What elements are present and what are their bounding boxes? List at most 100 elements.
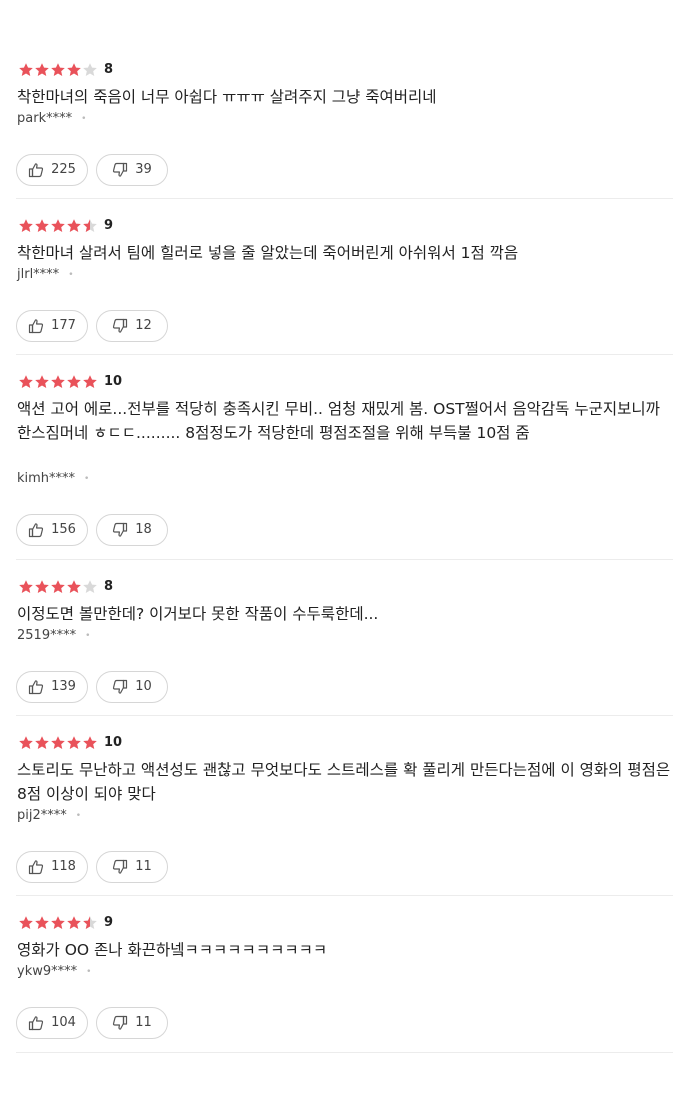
review-divider (16, 354, 673, 355)
star-rating (18, 915, 98, 931)
star-icon (35, 219, 49, 232)
like-count: 177 (51, 318, 76, 333)
dislike-count: 10 (135, 679, 152, 694)
author-separator: • (84, 474, 90, 484)
star-rating (18, 218, 98, 234)
author-name: park**** (17, 111, 73, 126)
star-rating (18, 62, 98, 78)
star-icon (19, 736, 33, 749)
author-name: kimh**** (17, 471, 76, 486)
rating-score: 9 (104, 218, 114, 233)
star-icon (67, 736, 81, 749)
thumbs-down-icon (113, 859, 128, 874)
author-name: pij2**** (17, 808, 67, 823)
star-icon (83, 63, 97, 76)
star-icon (83, 580, 97, 593)
dislike-count: 39 (135, 162, 152, 177)
star-icon (19, 916, 33, 929)
author-name: ykw9**** (17, 964, 78, 979)
dislike-button[interactable]: 10 (96, 671, 168, 703)
review-list: 8 착한마녀의 죽음이 너무 아쉽다 ㅠㅠㅠ 살려주지 그냥 죽여버리네 park*… (0, 0, 700, 1097)
star-icon (67, 219, 81, 232)
star-icon (35, 63, 49, 76)
star-icon (51, 63, 65, 76)
rating-score: 8 (104, 62, 114, 77)
dislike-button[interactable]: 12 (96, 310, 168, 342)
author-separator: • (81, 114, 87, 124)
star-icon (83, 916, 97, 929)
vote-buttons: 156 18 (16, 514, 176, 546)
review-text: 착한마녀 살려서 팀에 힐러로 넣을 줄 알았는데 죽어버린게 아쉬워서 1점 … (17, 244, 519, 262)
rating-row: 9 (18, 915, 113, 931)
like-button[interactable]: 177 (16, 310, 88, 342)
star-icon (19, 375, 33, 388)
rating-score: 9 (104, 915, 114, 930)
like-count: 104 (51, 1015, 76, 1030)
star-icon (51, 580, 65, 593)
star-rating (18, 579, 98, 595)
rating-row: 10 (18, 735, 122, 751)
star-icon (35, 736, 49, 749)
star-icon (83, 219, 97, 232)
like-count: 118 (51, 859, 76, 874)
star-icon (67, 916, 81, 929)
review-text: 액션 고어 에로...전부를 적당히 충족시킨 무비.. 엄청 재밌게 봄. O… (17, 400, 660, 442)
review-divider (16, 895, 673, 896)
thumbs-down-icon (113, 1015, 128, 1030)
like-button[interactable]: 104 (16, 1007, 88, 1039)
thumbs-up-icon (28, 860, 44, 875)
star-icon (83, 736, 97, 749)
star-icon (19, 219, 33, 232)
like-button[interactable]: 225 (16, 154, 88, 186)
rating-row: 8 (18, 62, 113, 78)
star-icon (51, 219, 65, 232)
thumbs-up-icon (28, 163, 44, 178)
thumbs-down-icon (113, 522, 128, 537)
review-divider (16, 559, 673, 560)
thumbs-up-icon (28, 319, 44, 334)
rating-row: 8 (18, 579, 113, 595)
review-divider (16, 715, 673, 716)
dislike-button[interactable]: 39 (96, 154, 168, 186)
thumbs-up-icon (28, 1016, 44, 1031)
review-text: 스토리도 무난하고 액션성도 괜찮고 무엇보다도 스트레스를 확 풀리게 만든다… (17, 761, 671, 803)
vote-buttons: 225 39 (16, 154, 176, 186)
thumbs-up-icon (28, 523, 44, 538)
thumbs-up-icon (28, 680, 44, 695)
dislike-button[interactable]: 11 (96, 851, 168, 883)
author-separator: • (68, 270, 74, 280)
star-icon (19, 580, 33, 593)
author-row: 2519**** • (17, 627, 90, 645)
author-name: 2519**** (17, 628, 77, 643)
rating-score: 10 (104, 374, 123, 389)
author-row: pij2**** • (17, 807, 81, 825)
author-name: jlrl**** (17, 267, 60, 282)
star-icon (51, 916, 65, 929)
thumbs-down-icon (113, 162, 128, 177)
vote-buttons: 118 11 (16, 851, 176, 883)
star-icon (35, 375, 49, 388)
star-icon (67, 375, 81, 388)
author-separator: • (75, 811, 82, 821)
like-button[interactable]: 156 (16, 514, 88, 546)
author-separator: • (85, 631, 91, 641)
rating-score: 10 (104, 735, 123, 750)
vote-buttons: 104 11 (16, 1007, 176, 1039)
author-row: ykw9**** • (17, 963, 91, 981)
star-icon (67, 580, 81, 593)
author-separator: • (86, 967, 92, 977)
review-text: 이정도면 볼만한데? 이거보다 못한 작품이 수두룩한데... (17, 605, 379, 623)
review-divider (16, 198, 673, 199)
star-icon (19, 63, 33, 76)
dislike-count: 11 (135, 859, 152, 874)
vote-buttons: 139 10 (16, 671, 176, 703)
dislike-button[interactable]: 18 (96, 514, 168, 546)
author-row: park**** • (17, 110, 86, 128)
dislike-button[interactable]: 11 (96, 1007, 168, 1039)
star-icon (83, 375, 97, 388)
star-icon (51, 375, 65, 388)
like-button[interactable]: 118 (16, 851, 88, 883)
author-row: kimh**** • (17, 470, 89, 488)
rating-score: 8 (104, 579, 114, 594)
like-button[interactable]: 139 (16, 671, 88, 703)
